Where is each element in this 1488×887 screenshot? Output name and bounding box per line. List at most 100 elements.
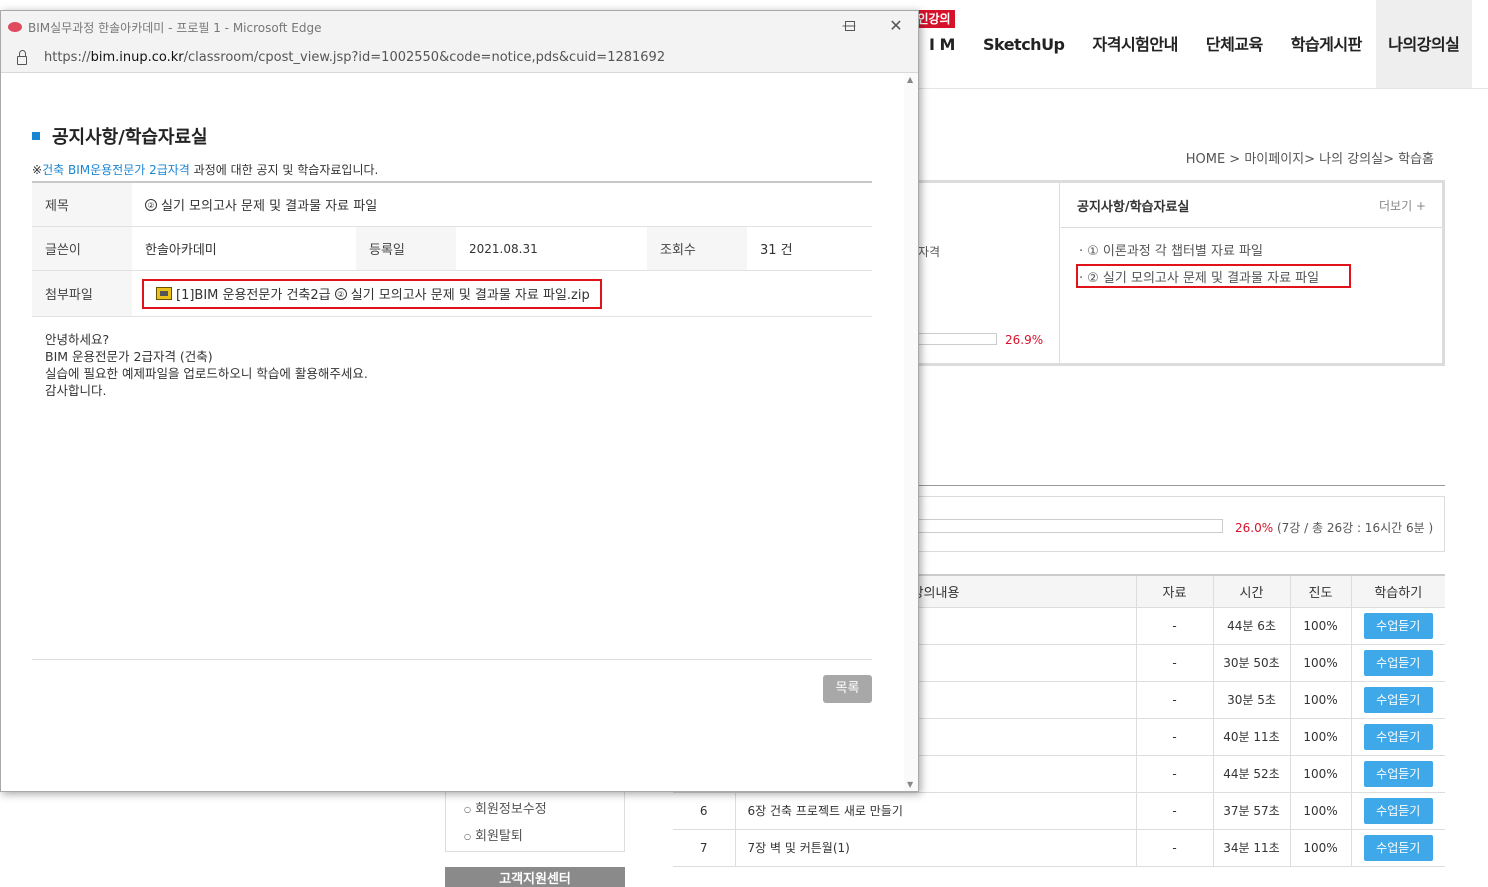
lecture-progress: 100%	[1289, 607, 1351, 645]
body-line: 실습에 필요한 예제파일을 업로드하오니 학습에 활용해주세요.	[45, 366, 368, 381]
study-button[interactable]: 수업듣기	[1363, 760, 1433, 787]
total-progress-text: 26.0% (7강 / 총 26강 : 16시간 6분 )	[1235, 519, 1433, 536]
lecture-number: 7	[673, 829, 735, 867]
date-value: 2021.08.31	[469, 241, 538, 256]
section-description: ※건축 BIM운용전문가 2급자격 과정에 대한 공지 및 학습자료입니다.	[32, 163, 379, 177]
app-icon	[8, 22, 22, 32]
author-label: 글쓴이	[32, 227, 132, 270]
col-progress: 진도	[1289, 574, 1351, 608]
table-row: 6 6장 건축 프로젝트 새로 만들기 -37분 57초 100% 수업듣기	[673, 792, 1445, 830]
lecture-study-cell: 수업듣기	[1350, 681, 1445, 719]
popup-content: ▲ ▼ 공지사항/학습자료실 ※건축 BIM운용전문가 2급자격 과정에 대한 …	[1, 73, 918, 791]
body-line: BIM 운용전문가 2급자격 (건축)	[45, 349, 213, 364]
nav-my-classroom[interactable]: 나의강의실	[1375, 0, 1472, 88]
highlight-box-notice-item	[1076, 264, 1351, 288]
table-row: 7 7장 벽 및 커튼월(1) -34분 11초 100% 수업듣기	[673, 829, 1445, 867]
subject-row: 제목 ② 실기 모의고사 문제 및 결과물 자료 파일	[32, 183, 872, 227]
total-progress-bar	[915, 519, 1223, 533]
lecture-material: -	[1135, 829, 1213, 867]
lecture-title: 7장 벽 및 커튼월(1)	[734, 829, 1136, 867]
lecture-time: 40분 11초	[1212, 718, 1290, 756]
lecture-number: 6	[673, 792, 735, 830]
meta-row: 글쓴이 한솔아카데미 등록일 2021.08.31 조회수 31 건	[32, 227, 872, 271]
subject-value: ② 실기 모의고사 문제 및 결과물 자료 파일	[132, 183, 377, 226]
lecture-study-cell: 수업듣기	[1350, 718, 1445, 756]
lock-icon	[17, 49, 27, 65]
nav-exam-info[interactable]: 자격시험안내	[1079, 0, 1192, 88]
total-divider	[915, 485, 1445, 486]
body-line: 안녕하세요?	[45, 332, 110, 347]
scroll-down-icon[interactable]: ▼	[907, 780, 913, 789]
popup-window: BIM실무과정 한솔아카데미 - 프로필 1 - Microsoft Edge …	[0, 10, 919, 792]
address-bar[interactable]: https://bim.inup.co.kr/classroom/cpost_v…	[1, 43, 918, 73]
nav-study-board[interactable]: 학습게시판	[1277, 0, 1376, 88]
close-icon[interactable]: ✕	[873, 11, 919, 43]
scroll-up-icon[interactable]: ▲	[907, 75, 913, 84]
course-progress-fill	[916, 334, 938, 344]
side-menu-withdraw[interactable]: 회원탈퇴	[446, 825, 624, 844]
post-info-table: 제목 ② 실기 모의고사 문제 및 결과물 자료 파일 글쓴이 한솔아카데미 등록…	[32, 181, 872, 317]
window-title: BIM실무과정 한솔아카데미 - 프로필 1 - Microsoft Edge	[28, 20, 322, 35]
nav-sketchup[interactable]: SketchUp	[969, 0, 1079, 88]
notice-item[interactable]: ① 이론과정 각 챕터별 자료 파일	[1079, 240, 1424, 259]
study-button[interactable]: 수업듣기	[1363, 834, 1433, 861]
lecture-progress: 100%	[1289, 829, 1351, 867]
scrollbar[interactable]: ▲ ▼	[904, 73, 918, 791]
side-menu: 회원정보수정 회원탈퇴	[445, 790, 625, 852]
side-menu-edit-profile[interactable]: 회원정보수정	[446, 798, 624, 817]
lecture-progress: 100%	[1289, 718, 1351, 756]
post-body: 안녕하세요? BIM 운용전문가 2급자격 (건축) 실습에 필요한 예제파일을…	[45, 331, 368, 399]
attachment-cell: [1]BIM 운용전문가 건축2급 ② 실기 모의고사 문제 및 결과물 자료 파…	[132, 271, 602, 316]
zip-file-icon	[156, 287, 172, 300]
course-progress-bar	[915, 333, 997, 345]
attachment-label: 첨부파일	[32, 271, 132, 316]
study-button[interactable]: 수업듣기	[1363, 686, 1433, 713]
window-titlebar: BIM실무과정 한솔아카데미 - 프로필 1 - Microsoft Edge …	[1, 11, 918, 43]
lecture-material: -	[1135, 792, 1213, 830]
study-button[interactable]: 수업듣기	[1363, 649, 1433, 676]
date-label: 등록일	[356, 227, 456, 270]
lecture-study-cell: 수업듣기	[1350, 792, 1445, 830]
top-navigation: I M SketchUp 자격시험안내 단체교육 학습게시판 나의강의실	[915, 0, 1472, 88]
course-name-link[interactable]: 건축 BIM운용전문가 2급자격	[42, 163, 190, 177]
study-button[interactable]: 수업듣기	[1363, 723, 1433, 750]
attachment-file-link[interactable]: [1]BIM 운용전문가 건축2급 ② 실기 모의고사 문제 및 결과물 자료 파…	[142, 278, 602, 309]
author-value: 한솔아카데미	[145, 243, 217, 258]
lecture-study-cell: 수업듣기	[1350, 829, 1445, 867]
section-title: 공지사항/학습자료실	[32, 123, 208, 149]
lecture-time: 37분 57초	[1212, 792, 1290, 830]
attachment-row: 첨부파일 [1]BIM 운용전문가 건축2급 ② 실기 모의고사 문제 및 결과물…	[32, 271, 872, 317]
lecture-time: 30분 50초	[1212, 644, 1290, 682]
lecture-material: -	[1135, 755, 1213, 793]
course-progress-percent: 26.9%	[1005, 333, 1044, 347]
nav-bim[interactable]: I M	[915, 0, 969, 88]
section-title-text: 공지사항/학습자료실	[52, 127, 208, 148]
url-text[interactable]: https://bim.inup.co.kr/classroom/cpost_v…	[44, 50, 665, 65]
lecture-study-cell: 수업듣기	[1350, 644, 1445, 682]
col-study: 학습하기	[1350, 574, 1445, 608]
study-button[interactable]: 수업듣기	[1363, 797, 1433, 824]
notice-widget-header: 공지사항/학습자료실 더보기 +	[1061, 183, 1442, 228]
views-label: 조회수	[647, 227, 747, 270]
maximize-icon[interactable]	[827, 11, 873, 43]
total-progress-box: 26.0% (7강 / 총 26강 : 16시간 6분 )	[915, 496, 1445, 552]
col-material: 자료	[1135, 574, 1213, 608]
nav-group-education[interactable]: 단체교육	[1192, 0, 1277, 88]
customer-center-bar[interactable]: 고객지원센터	[445, 867, 625, 887]
course-name-fragment: 자격	[918, 245, 941, 259]
subject-label: 제목	[32, 183, 132, 226]
lecture-time: 34분 11초	[1212, 829, 1290, 867]
list-button[interactable]: 목록	[823, 675, 872, 703]
lecture-time: 44분 52초	[1212, 755, 1290, 793]
views-value: 31 건	[760, 243, 793, 258]
content-bottom-divider	[32, 659, 872, 660]
header-divider	[915, 88, 1488, 89]
notice-widget-title: 공지사항/학습자료실	[1077, 199, 1190, 215]
lecture-study-cell: 수업듣기	[1350, 607, 1445, 645]
lecture-progress: 100%	[1289, 792, 1351, 830]
more-link[interactable]: 더보기 +	[1379, 197, 1426, 214]
body-line: 감사합니다.	[45, 383, 107, 398]
lecture-progress: 100%	[1289, 755, 1351, 793]
study-button[interactable]: 수업듣기	[1363, 612, 1433, 639]
lecture-material: -	[1135, 681, 1213, 719]
